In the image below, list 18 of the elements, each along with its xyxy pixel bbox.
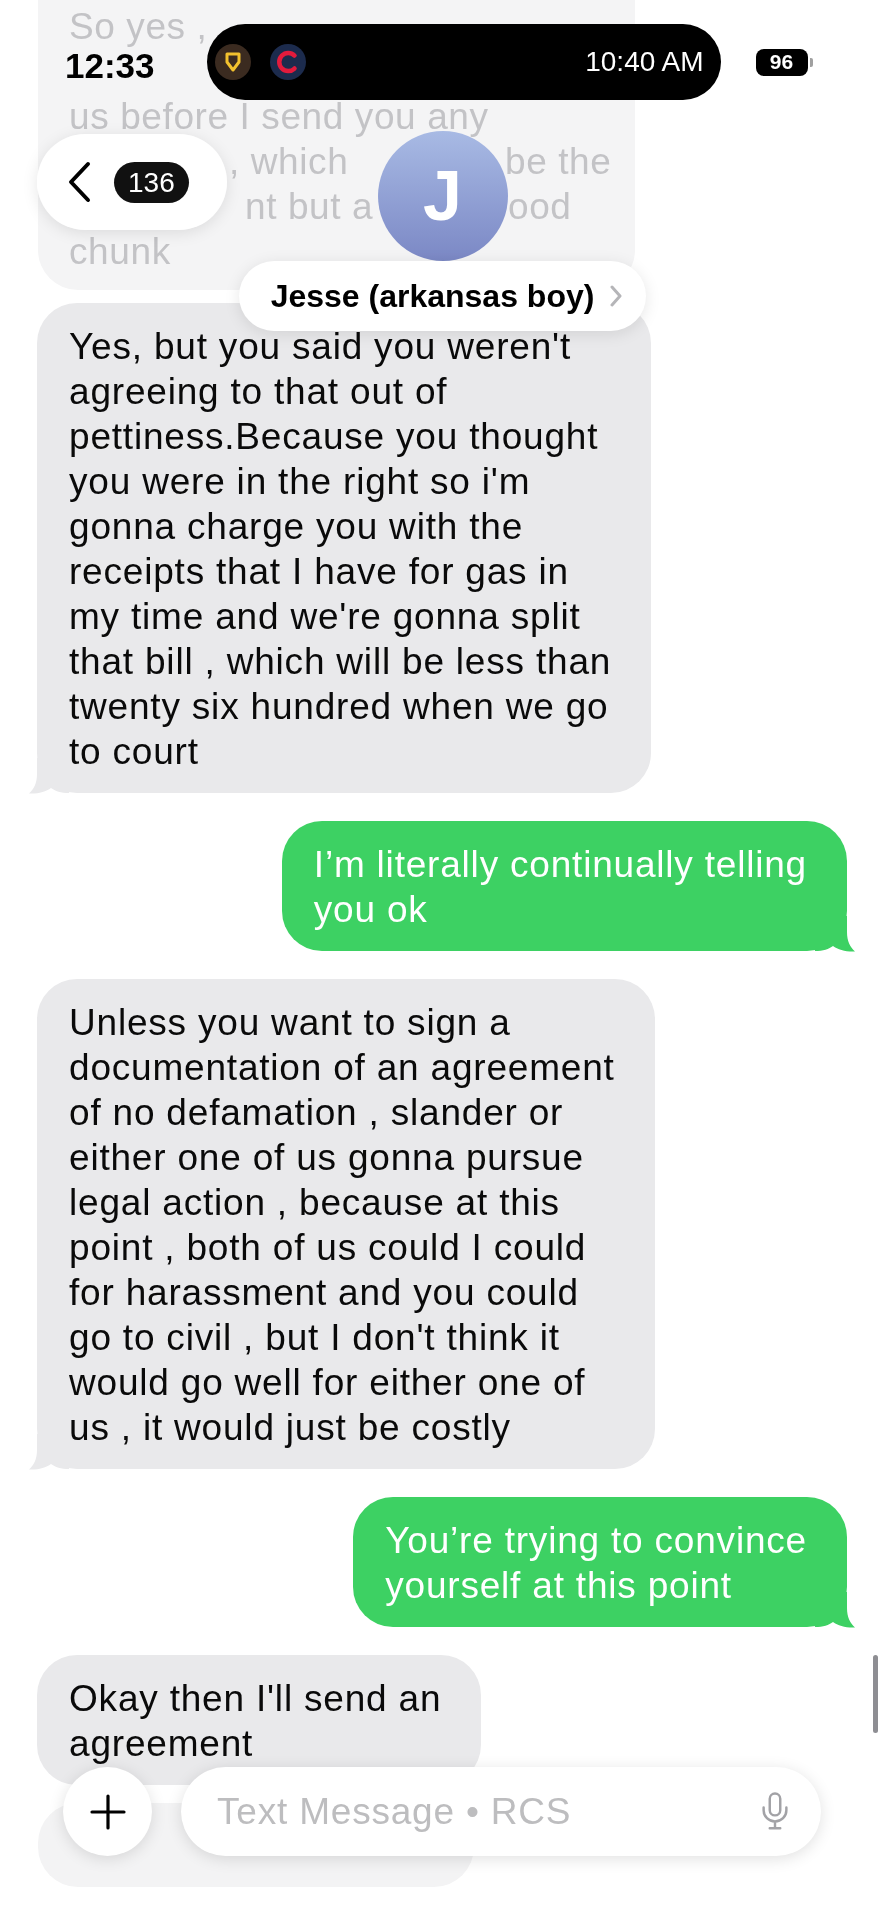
message-text: Okay then I'll send an agreement: [69, 1677, 442, 1766]
activity-time: 10:40 AM: [585, 46, 704, 78]
chevron-right-icon: [610, 285, 623, 307]
logo-icon: [269, 44, 306, 80]
message-text: I’m literally continually telling you ok: [313, 843, 807, 932]
chevron-left-icon: [67, 161, 91, 203]
unread-count-badge: 136: [114, 161, 189, 203]
plus-icon: [89, 1793, 126, 1830]
battery-level: 96: [755, 48, 808, 76]
back-button[interactable]: 136: [37, 134, 227, 230]
contact-name-button[interactable]: Jesse (arkansas boy): [238, 261, 647, 331]
logo-icon: [214, 44, 251, 80]
message-input[interactable]: Text Message • RCS: [181, 1767, 821, 1856]
message-text: You’re trying to convince yourself at this point: [385, 1519, 807, 1608]
status-time: 12:33: [65, 47, 155, 83]
battery-tip-icon: [809, 57, 813, 67]
message-text: Unless you want to sign a documentation of an agreement of no defamation , slander or either one of us gonna pursue legal action , because at this point , both of us could I could for harassment and you could go to civil , but I don't think it would go well for either one of us , it would just be costly: [69, 1001, 615, 1450]
dynamic-island[interactable]: 10:40 AM: [206, 24, 721, 100]
